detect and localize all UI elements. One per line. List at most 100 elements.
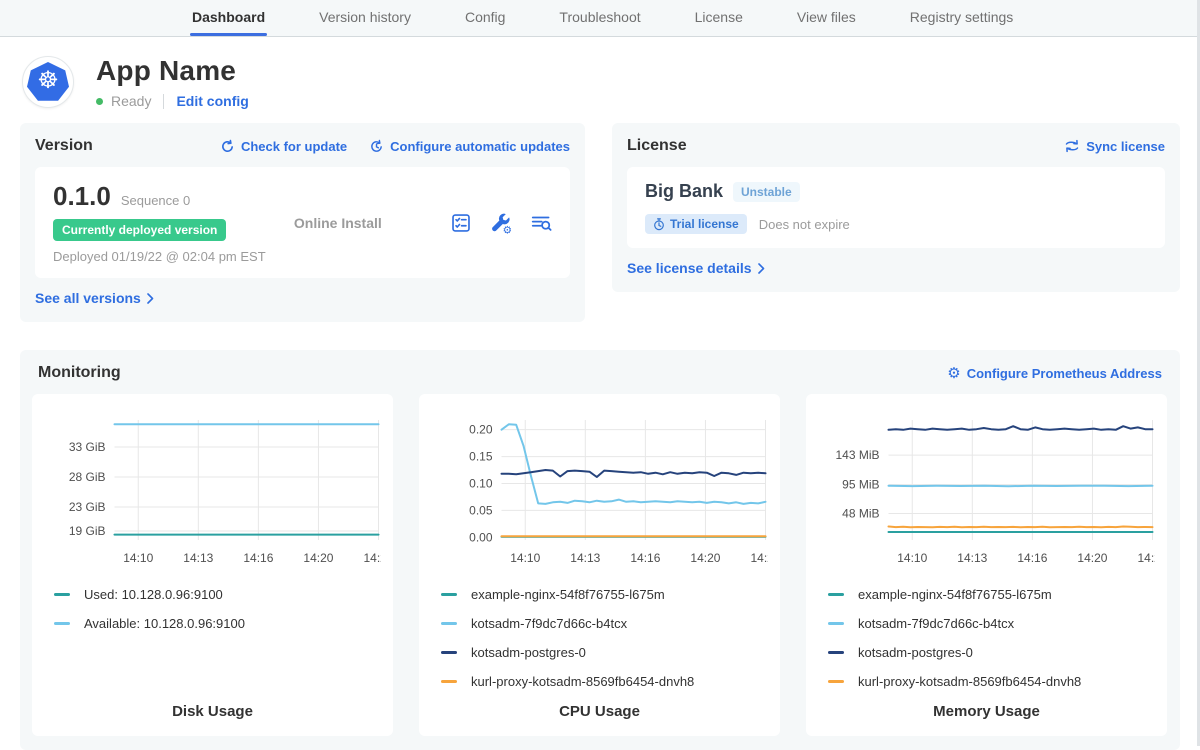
disk-usage-plot[interactable]: 14:1014:1314:1614:2014:2319 GiB23 GiB28 … [44, 406, 381, 574]
legend-dash-icon [828, 593, 844, 596]
configure-prometheus-link[interactable]: ⚙ Configure Prometheus Address [947, 366, 1162, 381]
license-info-row: Big Bank Unstable Trial license Does not… [627, 167, 1165, 248]
deploy-logs-icon[interactable] [530, 212, 552, 234]
y-tick-label: 0.20 [469, 423, 493, 437]
legend-dash-icon [828, 651, 844, 654]
chart-card-cpu-usage: 14:1014:1314:1614:2014:230.000.050.100.1… [419, 394, 780, 736]
y-tick-label: 0.05 [469, 503, 493, 517]
configure-auto-updates-link[interactable]: Configure automatic updates [369, 139, 570, 154]
y-tick-label: 19 GiB [69, 524, 106, 538]
legend-label: kotsadm-7f9dc7d66c-b4tcx [471, 616, 627, 631]
legend-item: kurl-proxy-kotsadm-8569fb6454-dnvh8 [441, 667, 764, 696]
version-action-icons: ⚙ [450, 212, 552, 234]
y-tick-label: 95 MiB [842, 478, 879, 492]
legend-item: kotsadm-7f9dc7d66c-b4tcx [828, 609, 1151, 638]
install-type-label: Online Install [294, 215, 382, 231]
version-card-title: Version [35, 137, 93, 155]
deployed-version-row: 0.1.0 Sequence 0 Currently deployed vers… [35, 167, 570, 278]
y-tick-label: 48 MiB [842, 507, 879, 521]
legend-item: example-nginx-54f8f76755-l675m [441, 580, 764, 609]
x-tick-label: 14:13 [957, 551, 987, 565]
tab-version-history[interactable]: Version history [319, 0, 411, 36]
x-tick-label: 14:23 [750, 551, 768, 565]
x-tick-label: 14:13 [183, 551, 213, 565]
license-expiry-text: Does not expire [759, 217, 850, 232]
y-tick-label: 143 MiB [835, 448, 879, 462]
legend-item: kotsadm-postgres-0 [441, 638, 764, 667]
cpu-usage-plot[interactable]: 14:1014:1314:1614:2014:230.000.050.100.1… [431, 406, 768, 574]
tab-dashboard[interactable]: Dashboard [192, 0, 265, 36]
legend-label: kurl-proxy-kotsadm-8569fb6454-dnvh8 [858, 674, 1081, 689]
x-tick-label: 14:20 [1077, 551, 1107, 565]
legend-dash-icon [441, 680, 457, 683]
cards-row: Version Check for update Configure autom… [0, 123, 1200, 322]
legend-label: kotsadm-postgres-0 [858, 645, 973, 660]
monitoring-title: Monitoring [38, 364, 121, 382]
memory-usage-plot[interactable]: 14:1014:1314:1614:2014:2348 MiB95 MiB143… [818, 406, 1155, 574]
x-tick-label: 14:16 [630, 551, 660, 565]
license-card-header: License Sync license [627, 137, 1165, 155]
kots-admin-dashboard: Dashboard Version history Config Troublesho… [0, 0, 1200, 746]
x-tick-label: 14:20 [303, 551, 333, 565]
legend-dash-icon [828, 622, 844, 625]
version-number: 0.1.0 [53, 181, 111, 212]
legend-item: kotsadm-7f9dc7d66c-b4tcx [441, 609, 764, 638]
legend-label: Available: 10.128.0.96:9100 [84, 616, 245, 631]
x-tick-label: 14:20 [690, 551, 720, 565]
tab-troubleshoot[interactable]: Troubleshoot [559, 0, 640, 36]
x-tick-label: 14:23 [1137, 551, 1155, 565]
see-all-versions-link[interactable]: See all versions [35, 290, 154, 306]
x-tick-label: 14:23 [363, 551, 381, 565]
legend-label: example-nginx-54f8f76755-l675m [858, 587, 1052, 602]
tab-view-files[interactable]: View files [797, 0, 856, 36]
license-card-title: License [627, 137, 687, 155]
kubernetes-logo-icon: ☸ [27, 62, 69, 102]
see-license-details-link[interactable]: See license details [627, 260, 765, 276]
sync-license-label: Sync license [1086, 139, 1165, 154]
legend-dash-icon [828, 680, 844, 683]
license-name-row: Big Bank Unstable [645, 181, 1147, 202]
legend-label: kotsadm-7f9dc7d66c-b4tcx [858, 616, 1014, 631]
trial-license-label: Trial license [670, 217, 739, 231]
legend-item: kurl-proxy-kotsadm-8569fb6454-dnvh8 [828, 667, 1151, 696]
legend-item: example-nginx-54f8f76755-l675m [828, 580, 1151, 609]
y-tick-label: 0.00 [469, 530, 493, 544]
series-line [502, 470, 766, 477]
check-for-update-label: Check for update [241, 139, 347, 154]
svg-text:⚙: ⚙ [503, 225, 512, 234]
edit-config-link[interactable]: Edit config [176, 93, 248, 109]
disk-usage-title: Disk Usage [44, 703, 381, 726]
x-tick-label: 14:10 [897, 551, 927, 565]
preflight-checks-icon[interactable] [450, 212, 472, 234]
kubernetes-wheel-icon: ☸ [37, 69, 59, 93]
trial-license-badge: Trial license [645, 214, 747, 234]
sync-license-link[interactable]: Sync license [1064, 139, 1165, 154]
disk-usage-legend: Used: 10.128.0.96:9100Available: 10.128.… [44, 574, 381, 692]
version-info: 0.1.0 Sequence 0 Currently deployed vers… [53, 181, 266, 264]
series-line [889, 426, 1153, 430]
tab-license[interactable]: License [695, 0, 743, 36]
y-tick-label: 28 GiB [69, 470, 106, 484]
divider [163, 94, 164, 109]
nav-tabs: Dashboard Version history Config Troublesho… [0, 0, 1200, 36]
y-tick-label: 0.15 [469, 450, 493, 464]
series-line [889, 527, 1153, 528]
config-wrench-icon[interactable]: ⚙ [490, 212, 512, 234]
y-tick-label: 23 GiB [69, 500, 106, 514]
tab-registry-settings[interactable]: Registry settings [910, 0, 1013, 36]
legend-label: example-nginx-54f8f76755-l675m [471, 587, 665, 602]
tab-config[interactable]: Config [465, 0, 505, 36]
memory-usage-title: Memory Usage [818, 703, 1155, 726]
check-for-update-link[interactable]: Check for update [220, 139, 347, 154]
x-tick-label: 14:10 [123, 551, 153, 565]
version-card-actions: Check for update Configure automatic upd… [220, 139, 570, 154]
license-type-row: Trial license Does not expire [645, 214, 1147, 234]
cpu-usage-legend: example-nginx-54f8f76755-l675m kotsadm-7f… [431, 574, 768, 692]
configure-prometheus-label: Configure Prometheus Address [967, 366, 1162, 381]
cpu-usage-title: CPU Usage [431, 703, 768, 726]
channel-badge: Unstable [733, 182, 800, 202]
y-tick-label: 33 GiB [69, 440, 106, 454]
configure-auto-updates-label: Configure automatic updates [390, 139, 570, 154]
x-tick-label: 14:10 [510, 551, 540, 565]
currently-deployed-badge: Currently deployed version [53, 219, 226, 241]
